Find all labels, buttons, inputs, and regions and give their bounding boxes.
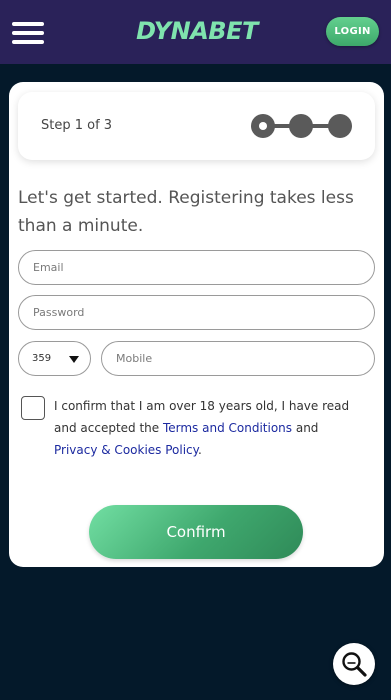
step-progress xyxy=(251,114,352,138)
login-button[interactable]: LOGIN xyxy=(326,17,379,46)
hamburger-menu-icon[interactable] xyxy=(12,22,44,44)
step-dot-2 xyxy=(289,114,313,138)
step-label: Step 1 of 3 xyxy=(41,118,113,133)
step-dot-3 xyxy=(328,114,352,138)
age-consent-checkbox[interactable] xyxy=(21,396,45,420)
email-input[interactable] xyxy=(33,261,374,274)
password-field[interactable] xyxy=(18,295,375,330)
password-input[interactable] xyxy=(33,306,374,319)
consent-text: I confirm that I am over 18 years old, I… xyxy=(54,395,364,461)
intro-text: Let's get started. Registering takes les… xyxy=(18,188,354,236)
email-field[interactable] xyxy=(18,250,375,285)
magnifier-icon xyxy=(342,652,367,677)
top-header: DYNABET LOGIN xyxy=(0,0,391,64)
registration-card: Step 1 of 3 Let's get started. Registeri… xyxy=(9,82,384,567)
dynabet-logo[interactable]: DYNABET xyxy=(136,15,258,47)
step-indicator: Step 1 of 3 xyxy=(18,92,375,160)
search-zoom-icon[interactable] xyxy=(333,643,375,685)
privacy-link[interactable]: Privacy & Cookies Policy xyxy=(54,443,198,457)
mobile-field[interactable] xyxy=(101,341,375,376)
terms-link[interactable]: Terms and Conditions xyxy=(163,421,292,435)
country-code-value: 359 xyxy=(32,353,52,364)
confirm-button[interactable]: Confirm xyxy=(89,505,303,559)
country-code-select[interactable]: 359 xyxy=(18,341,91,376)
step-dot-1 xyxy=(251,114,275,138)
caret-down-icon xyxy=(69,356,79,363)
mobile-input[interactable] xyxy=(116,352,374,365)
consent-text-part2: and xyxy=(292,421,319,435)
consent-text-part3: . xyxy=(198,443,202,457)
